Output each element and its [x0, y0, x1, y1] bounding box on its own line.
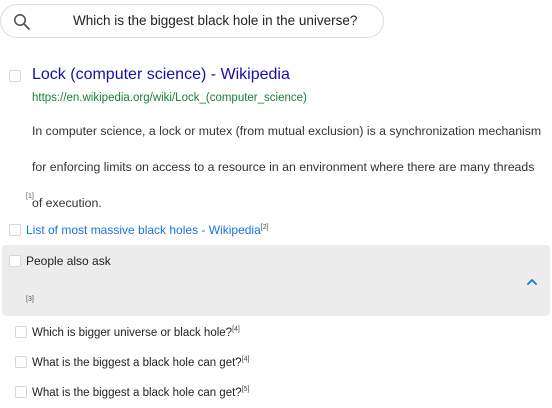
paa-checkbox[interactable] [9, 255, 21, 267]
chevron-up-icon[interactable] [526, 277, 538, 287]
question-checkbox[interactable] [15, 356, 27, 368]
question-item[interactable]: What is the biggest a black hole can get… [32, 386, 249, 399]
list-link-label[interactable]: List of most massive black holes - Wikip… [26, 223, 261, 237]
people-also-ask-title: People also ask [26, 254, 111, 268]
question-ref: [4] [241, 356, 250, 363]
paa-ref: [3] [26, 296, 34, 303]
list-link[interactable]: List of most massive black holes - Wikip… [26, 223, 269, 237]
search-bar[interactable]: Which is the biggest black hole in the u… [0, 4, 384, 38]
question-checkbox[interactable] [15, 386, 27, 398]
result-checkbox[interactable] [9, 70, 21, 82]
question-checkbox[interactable] [15, 326, 27, 338]
list-link-ref: [2] [260, 224, 269, 231]
question-label[interactable]: What is the biggest a black hole can get… [32, 357, 242, 369]
question-item[interactable]: Which is bigger universe or black hole?[… [32, 326, 240, 339]
question-label[interactable]: Which is bigger universe or black hole? [32, 327, 232, 339]
question-ref: [5] [241, 386, 250, 393]
list-link-checkbox[interactable] [9, 224, 21, 236]
search-input[interactable]: Which is the biggest black hole in the u… [73, 13, 357, 28]
question-label[interactable]: What is the biggest a black hole can get… [32, 387, 242, 399]
result-ref: [1] [26, 193, 34, 200]
question-item[interactable]: What is the biggest a black hole can get… [32, 356, 249, 369]
result-snippet: In computer science, a lock or mutex (fr… [32, 124, 542, 210]
search-icon[interactable] [13, 13, 31, 31]
result-title-link[interactable]: Lock (computer science) - Wikipedia [32, 66, 290, 84]
result-url[interactable]: https://en.wikipedia.org/wiki/Lock_(comp… [32, 92, 307, 104]
question-ref: [4] [232, 326, 240, 333]
